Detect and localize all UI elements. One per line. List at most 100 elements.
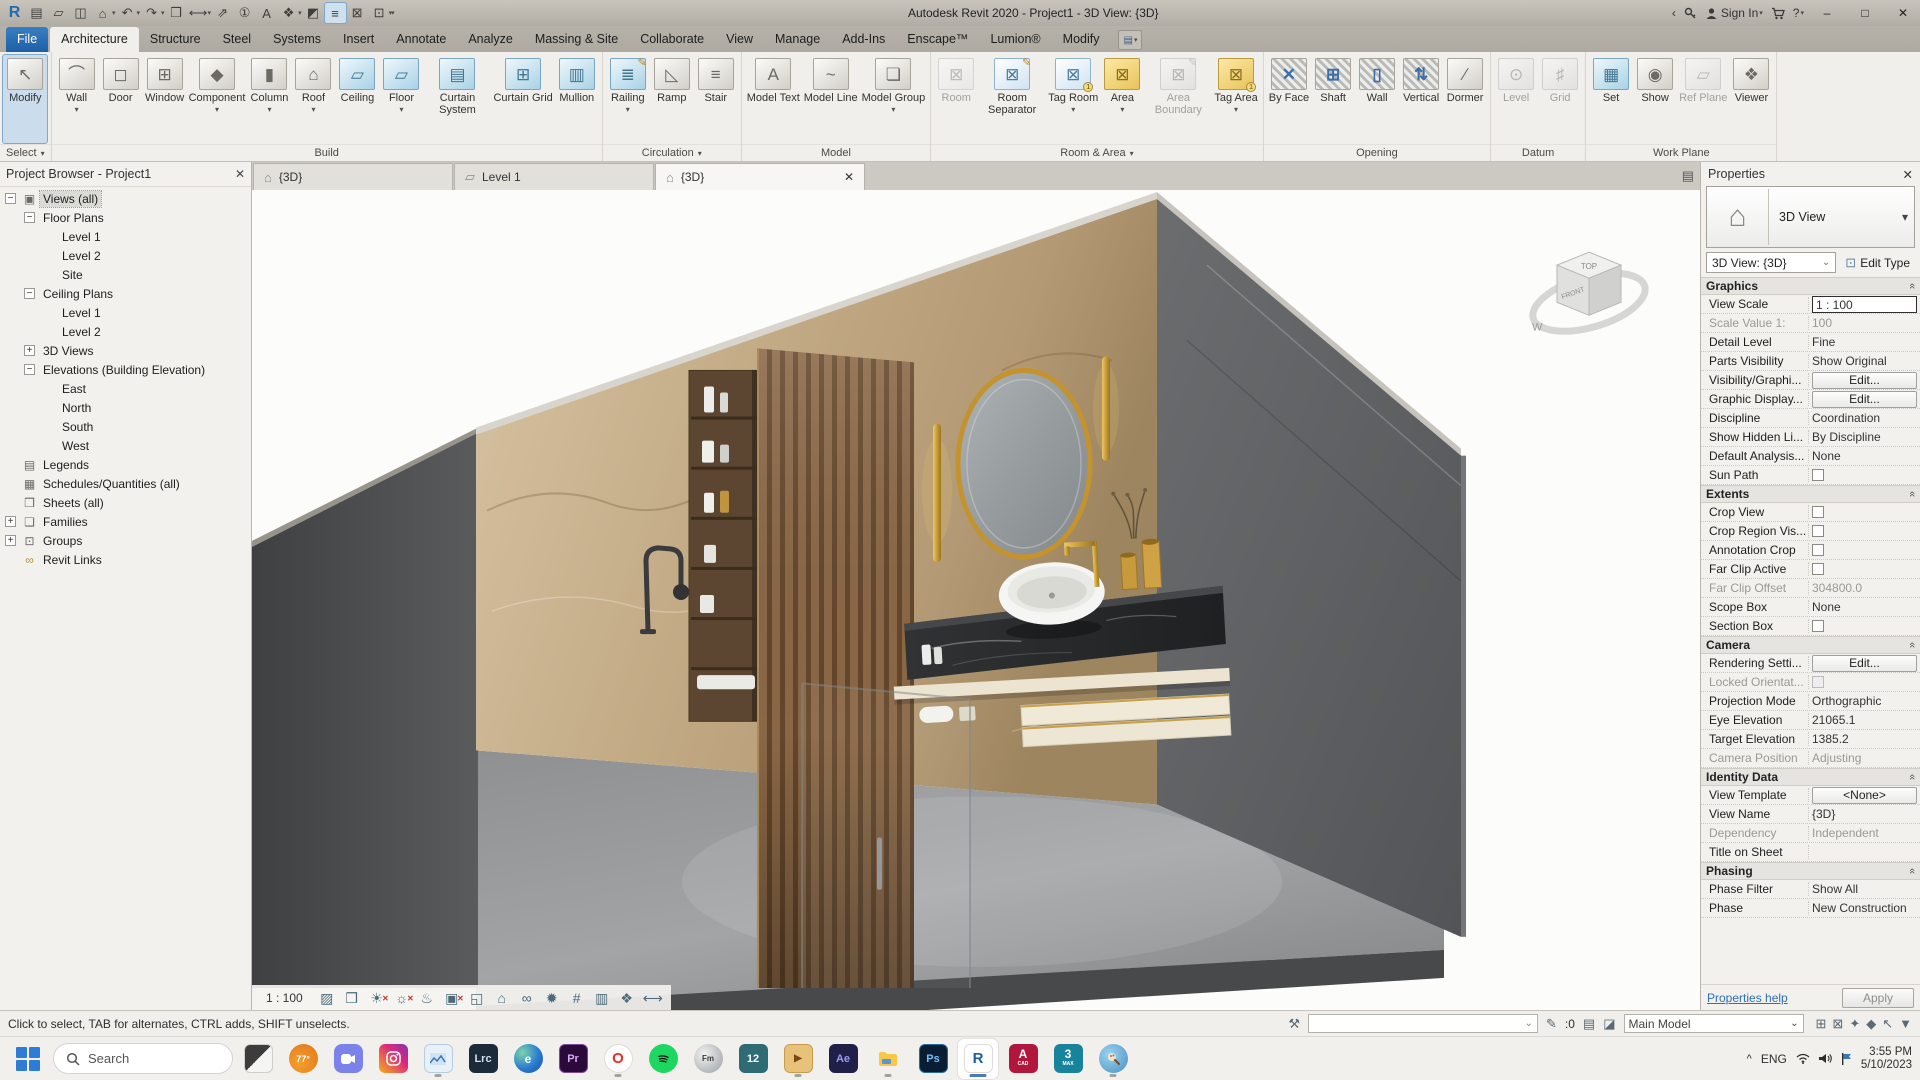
tree-item-sheets[interactable]: ❒ Sheets (all) [0, 493, 251, 512]
ribbon-button-dormer[interactable]: ∕ Dormer [1443, 55, 1487, 143]
clock[interactable]: 3:55 PM 5/10/2023 [1861, 1046, 1912, 1072]
ribbon-button-viewer[interactable]: ❖ Viewer [1729, 55, 1773, 143]
minimize-button[interactable]: – [1812, 2, 1842, 24]
network-icon[interactable] [1796, 1053, 1810, 1064]
section-phasing[interactable]: Phasing « [1701, 862, 1920, 880]
security-flag-icon[interactable] [1841, 1052, 1852, 1065]
taskbar-google-earth-button[interactable]: Fm [688, 1039, 728, 1079]
section-graphics[interactable]: Graphics « [1701, 277, 1920, 295]
save-icon[interactable]: ◫ [70, 3, 91, 23]
sun-path-icon[interactable]: ☀ ✕ [368, 989, 388, 1007]
ribbon-button-door[interactable]: ◻ Door [99, 55, 143, 143]
edit-type-button[interactable]: ⊡ Edit Type [1840, 252, 1915, 273]
property-row[interactable]: Title on Sheet [1701, 843, 1920, 862]
ribbon-button-column[interactable]: ▮ Column ▾ [247, 55, 291, 143]
collapse-section-icon[interactable]: « [1906, 283, 1918, 289]
worksets-combo[interactable]: ⌄ [1307, 1014, 1538, 1033]
tree-item-schedules[interactable]: ▦ Schedules/Quantities (all) [0, 474, 251, 493]
property-row[interactable]: Detail Level Fine [1701, 333, 1920, 352]
tab-structure[interactable]: Structure [139, 27, 212, 52]
select-pinned-toggle-icon[interactable]: ✦ [1849, 1016, 1860, 1032]
crop-view-icon[interactable]: ▣ ✕ [443, 989, 464, 1007]
ribbon-button-vertical[interactable]: ⇅ Vertical [1399, 55, 1443, 143]
property-row[interactable]: Scope Box None [1701, 598, 1920, 617]
ribbon-button-wall[interactable]: ⌒ Wall ▾ [55, 55, 99, 143]
ribbon-button-set[interactable]: ▦ Set [1589, 55, 1633, 143]
ribbon-button-window[interactable]: ⊞ Window [143, 55, 187, 143]
view-tab-3d-active[interactable]: ⌂ {3D} ✕ [655, 163, 865, 190]
taskbar-spotify-button[interactable] [643, 1039, 683, 1079]
collapse-section-icon[interactable]: « [1906, 491, 1918, 497]
ribbon-button-by-face[interactable]: ✕ By Face [1267, 55, 1311, 143]
design-options-icon[interactable]: ▤ [1583, 1016, 1595, 1032]
taskbar-revit-button[interactable]: R [958, 1038, 998, 1079]
property-row[interactable]: Visibility/Graphi... Edit... [1701, 371, 1920, 390]
measure-caret-icon[interactable]: ▾ [208, 9, 212, 17]
apply-button[interactable]: Apply [1842, 987, 1914, 1008]
tree-item-legends[interactable]: ▤ Legends [0, 455, 251, 474]
undo-caret-icon[interactable]: ▾ [137, 9, 141, 17]
type-selector-combo[interactable]: 3D View: {3D} ⌄ [1706, 252, 1837, 273]
type-caret-icon[interactable]: ▾ [1902, 210, 1914, 224]
sun-path-checkbox[interactable] [1812, 469, 1824, 481]
temporary-hide-isolate-icon[interactable]: ✹ [543, 989, 561, 1007]
visibility-graphics-edit-button[interactable]: Edit... [1812, 371, 1917, 389]
collapse-toggle-icon[interactable]: − [5, 193, 16, 204]
annotation-crop-checkbox[interactable] [1812, 544, 1824, 556]
far-clip-active-checkbox[interactable] [1812, 563, 1824, 575]
project-browser-close-icon[interactable]: ✕ [235, 167, 245, 181]
ribbon-button-model-group[interactable]: ❏ Model Group ▾ [860, 55, 928, 143]
key-icon[interactable] [1684, 7, 1697, 20]
language-indicator[interactable]: ENG [1761, 1052, 1787, 1066]
tree-item-ceiling-plans[interactable]: − Ceiling Plans [0, 284, 251, 303]
thin-lines-icon[interactable]: ≡ [323, 2, 347, 24]
section-extents[interactable]: Extents « [1701, 485, 1920, 503]
collapse-toggle-icon[interactable]: − [24, 212, 35, 223]
maximize-button[interactable]: □ [1850, 2, 1880, 24]
sign-in-button[interactable]: Sign In ▾ [1705, 6, 1763, 20]
ribbon-button-modify[interactable]: ↖ Modify [2, 54, 49, 144]
type-selector-preview[interactable]: ⌂ 3D View ▾ [1706, 186, 1915, 248]
displaced-elements-icon[interactable]: ❖ [618, 989, 636, 1007]
ribbon-button-mullion[interactable]: ▥ Mullion [555, 55, 599, 143]
select-links-toggle-icon[interactable]: ⊞ [1816, 1016, 1827, 1032]
tree-item-ceiling-level-1[interactable]: Level 1 [0, 303, 251, 322]
editable-only-icon[interactable]: ✎ [1546, 1016, 1557, 1032]
panel-label-circulation[interactable]: Circulation ▾ [602, 144, 741, 161]
property-row[interactable]: Projection Mode Orthographic [1701, 692, 1920, 711]
tab-lumion[interactable]: Lumion® [979, 27, 1051, 52]
tree-item-south[interactable]: South [0, 417, 251, 436]
ribbon-button-curtain-system[interactable]: ▤ Curtain System [423, 55, 491, 143]
expand-toggle-icon[interactable]: + [5, 516, 16, 527]
tab-insert[interactable]: Insert [332, 27, 385, 52]
collapse-toggle-icon[interactable]: − [24, 288, 35, 299]
property-row[interactable]: Phase New Construction [1701, 899, 1920, 918]
ribbon-button-tag-room[interactable]: ⊠ 1 Tag Room ▾ [1046, 55, 1100, 143]
section-icon[interactable]: ◩ [303, 3, 324, 23]
ribbon-button-ceiling[interactable]: ▱ Ceiling [335, 55, 379, 143]
ribbon-button-model-line[interactable]: ~ Model Line [802, 55, 860, 143]
aligned-dimension-icon[interactable]: ⇗ [212, 3, 233, 23]
taskbar-autocad-button[interactable]: A CAD [1003, 1039, 1043, 1079]
close-hidden-windows-icon[interactable]: ⊠ [347, 3, 368, 23]
tab-steel[interactable]: Steel [212, 27, 263, 52]
section-identity-data[interactable]: Identity Data « [1701, 768, 1920, 786]
ribbon-button-roof[interactable]: ⌂ Roof ▾ [291, 55, 335, 143]
expand-toggle-icon[interactable]: + [5, 535, 16, 546]
tree-item-level-2[interactable]: Level 2 [0, 246, 251, 265]
redo-caret-icon[interactable]: ▾ [161, 9, 165, 17]
properties-close-icon[interactable]: ✕ [1903, 167, 1913, 182]
file-icon[interactable]: ▤ [26, 3, 47, 23]
reveal-constraints-icon[interactable]: # [568, 989, 586, 1007]
tab-manage[interactable]: Manage [764, 27, 831, 52]
property-row[interactable]: Phase Filter Show All [1701, 880, 1920, 899]
tab-analyze[interactable]: Analyze [457, 27, 523, 52]
taskbar-paint-button[interactable] [1093, 1039, 1133, 1079]
taskbar-3dsmax-button[interactable]: 3 MAX [1048, 1039, 1088, 1079]
tab-modify[interactable]: Modify [1052, 27, 1111, 52]
expand-toggle-icon[interactable]: + [24, 345, 35, 356]
home-caret-icon[interactable]: ▾ [112, 9, 116, 17]
rendering-dialog-icon[interactable]: ♨ [418, 989, 436, 1007]
text-icon[interactable]: A [256, 3, 277, 23]
redo-icon[interactable]: ↷ [141, 3, 162, 23]
